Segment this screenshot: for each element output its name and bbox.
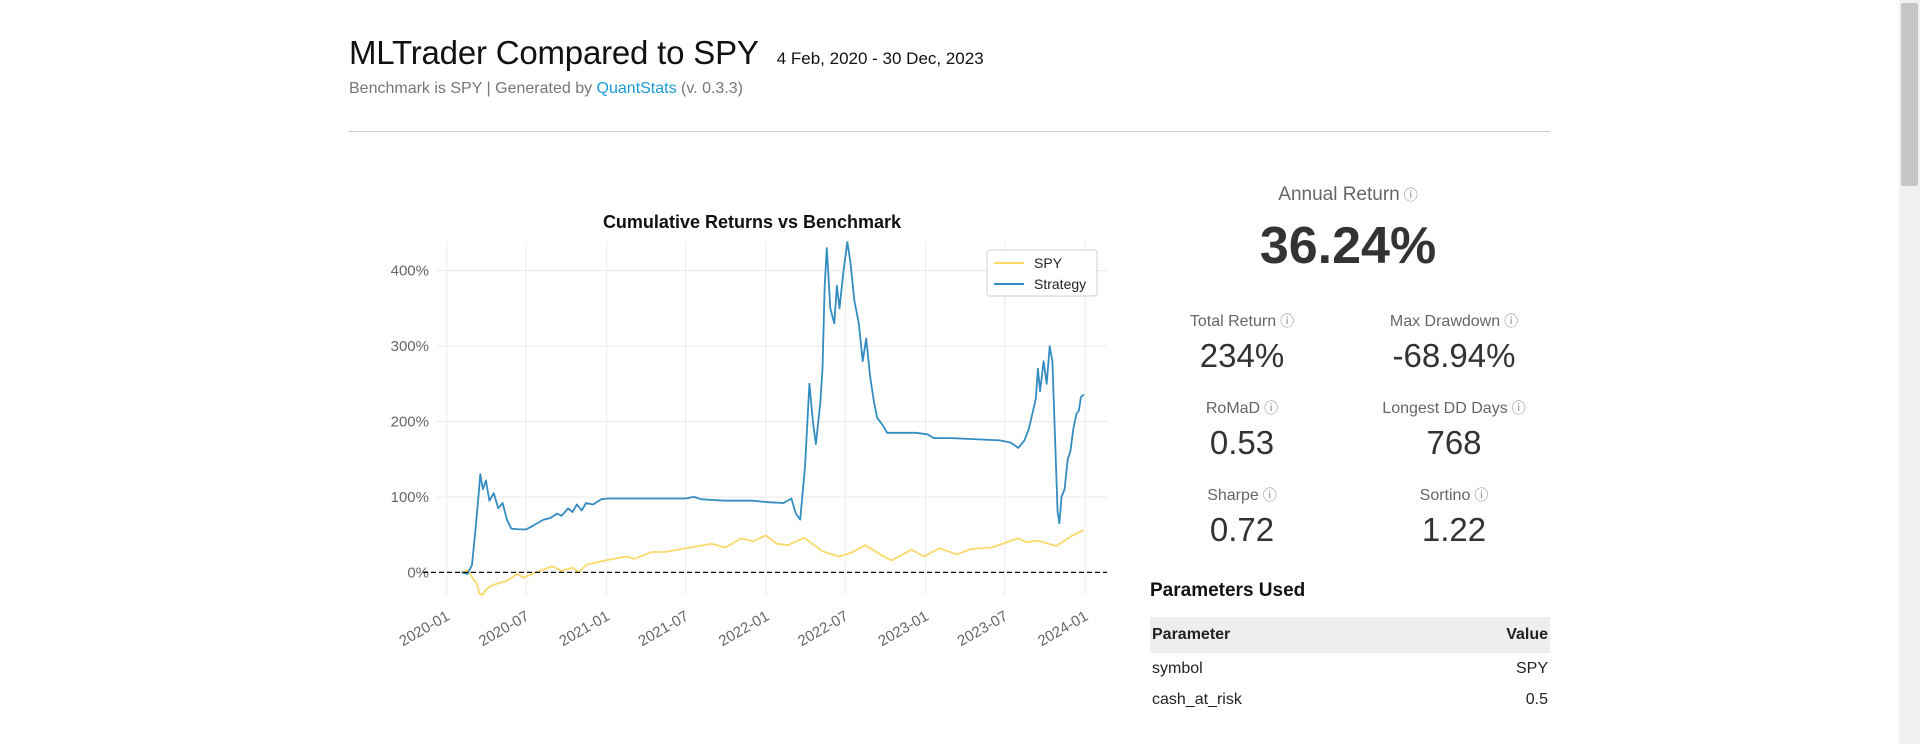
metric-max-drawdown: Max Drawdown ⓘ -68.94% <box>1348 311 1560 375</box>
x-tick-label: 2021-07 <box>635 608 691 650</box>
chart-title: Cumulative Returns vs Benchmark <box>603 212 902 232</box>
column-header-parameter: Parameter <box>1150 617 1419 653</box>
y-tick-label: 100% <box>391 489 429 506</box>
metric-value: 0.53 <box>1209 424 1275 461</box>
x-tick-label: 2022-01 <box>716 608 772 650</box>
x-tick-label: 2023-07 <box>955 608 1011 650</box>
metric-sharpe: Sharpe ⓘ 0.72 <box>1136 485 1348 549</box>
metric-longest-dd-days: Longest DD Days ⓘ 768 <box>1348 398 1560 462</box>
info-icon[interactable]: ⓘ <box>1474 487 1488 503</box>
info-icon[interactable]: ⓘ <box>1263 487 1277 503</box>
report-header: MLTrader Compared to SPY 4 Feb, 2020 - 30… <box>349 34 984 72</box>
metric-sortino: Sortino ⓘ 1.22 <box>1348 485 1560 549</box>
info-icon[interactable]: ⓘ <box>1504 313 1518 329</box>
metric-romad: RoMaD ⓘ 0.53 <box>1136 398 1348 462</box>
table-header-row: Parameter Value <box>1150 617 1550 653</box>
annual-return-label: Annual Return ⓘ <box>1278 184 1418 205</box>
metric-value: 1.22 <box>1421 511 1487 548</box>
parameter-value: SPY <box>1515 659 1548 677</box>
x-tick-label: 2023-01 <box>875 608 931 650</box>
metric-total-return: Total Return ⓘ 234% <box>1136 311 1348 375</box>
y-tick-label: 200% <box>391 414 429 431</box>
subtitle-prefix: Benchmark is SPY | Generated by <box>349 80 593 97</box>
info-icon[interactable]: ⓘ <box>1264 400 1278 416</box>
x-tick-label: 2024-01 <box>1035 608 1091 650</box>
x-tick-label: 2020-07 <box>476 608 532 650</box>
parameters-title: Parameters Used <box>1150 580 1306 601</box>
date-range: 4 Feb, 2020 - 30 Dec, 2023 <box>776 49 984 68</box>
scrollbar-thumb[interactable] <box>1901 3 1918 186</box>
series-line-spy <box>461 529 1085 596</box>
info-icon[interactable]: ⓘ <box>1404 187 1418 203</box>
y-tick-label: 400% <box>391 263 429 280</box>
legend-label: Strategy <box>1034 276 1086 292</box>
y-tick-label: 300% <box>391 338 429 355</box>
subtitle-version: (v. 0.3.3) <box>681 80 743 97</box>
page-title: MLTrader Compared to SPY <box>349 34 759 71</box>
parameter-name: cash_at_risk <box>1152 690 1242 708</box>
x-tick-label: 2022-07 <box>795 608 851 650</box>
info-icon[interactable]: ⓘ <box>1280 313 1294 329</box>
table-row: cash_at_risk 0.5 <box>1150 684 1550 715</box>
metric-value: 768 <box>1426 424 1482 461</box>
report-page: MLTrader Compared to SPY 4 Feb, 2020 - 30… <box>0 0 1920 744</box>
table-row: symbol SPY <box>1150 653 1550 684</box>
header-divider <box>349 131 1550 132</box>
cumulative-returns-chart: Cumulative Returns vs Benchmark0%100%200… <box>391 212 1107 650</box>
x-tick-label: 2021-01 <box>556 608 612 650</box>
metric-value: -68.94% <box>1392 337 1516 374</box>
quantstats-link[interactable]: QuantStats <box>597 80 677 97</box>
annual-return-value: 36.24% <box>1259 217 1437 275</box>
parameter-name: symbol <box>1152 659 1203 677</box>
x-tick-label: 2020-01 <box>396 608 452 650</box>
legend-label: SPY <box>1034 255 1063 271</box>
parameters-table: Parameter Value symbol SPY cash_at_risk … <box>1150 617 1550 715</box>
column-header-value: Value <box>1418 617 1550 653</box>
metric-value: 234% <box>1199 337 1285 374</box>
metric-value: 0.72 <box>1209 511 1275 548</box>
info-icon[interactable]: ⓘ <box>1512 400 1526 416</box>
report-subtitle: Benchmark is SPY | Generated by QuantSta… <box>349 80 743 98</box>
parameter-value: 0.5 <box>1525 690 1548 708</box>
